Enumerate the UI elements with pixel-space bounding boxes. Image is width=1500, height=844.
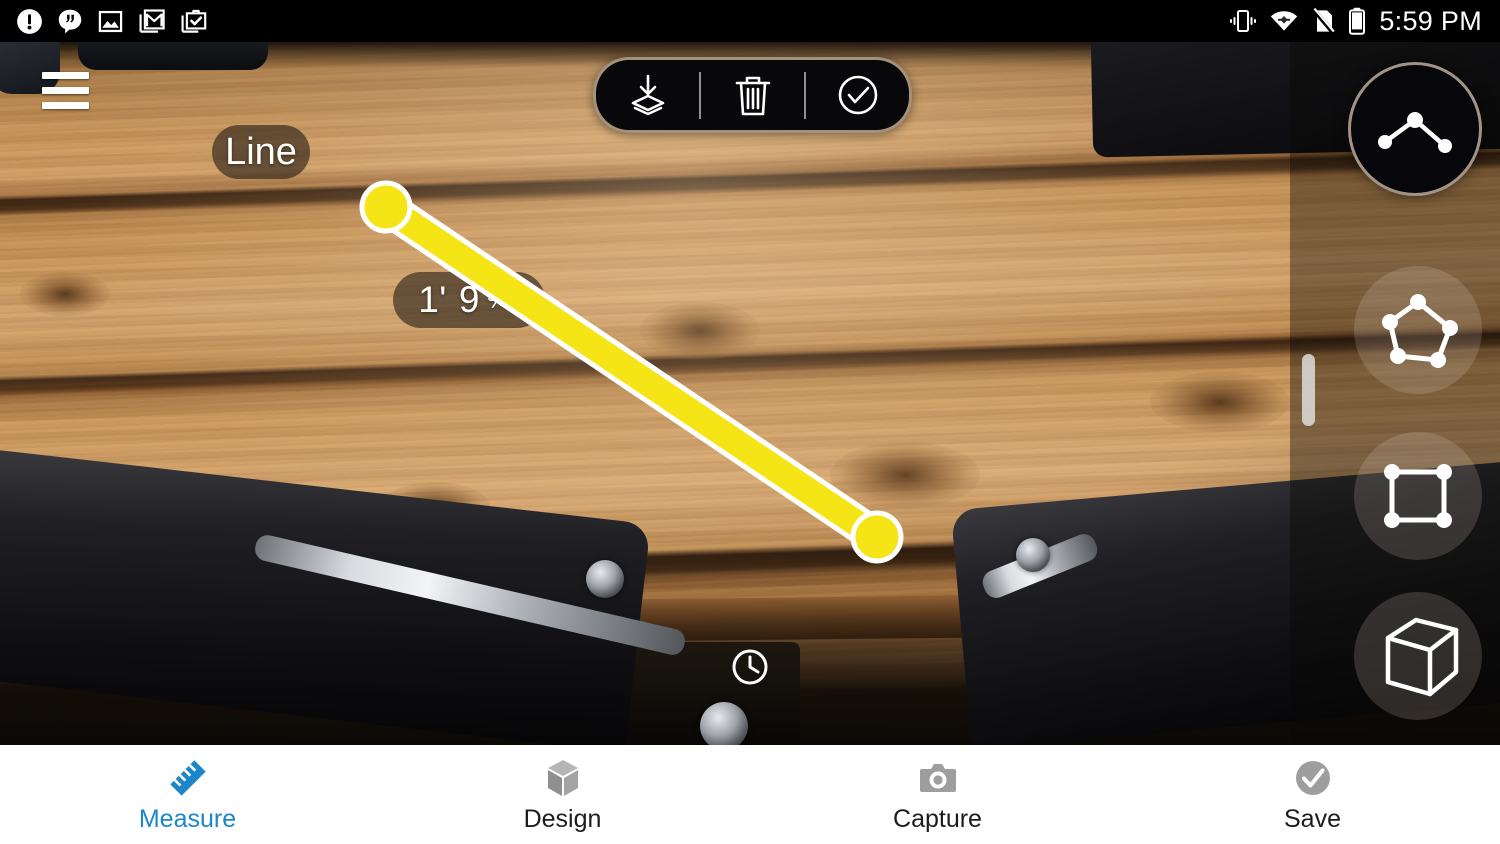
- camera-icon: [914, 755, 962, 801]
- dimension-inches: 9: [458, 279, 480, 320]
- snap-to-surface-button[interactable]: [596, 63, 699, 127]
- measurement-type-text: Line: [225, 130, 297, 173]
- bottom-navigation: Measure Design Capture Save: [0, 745, 1500, 844]
- tool-rectangle[interactable]: [1354, 432, 1482, 560]
- ruler-icon: [164, 755, 212, 801]
- dimension-fraction: ¾: [486, 285, 509, 314]
- app-root: Line 1' 9 ¾ " 5:59 PM Measure Design Cap…: [0, 0, 1500, 844]
- tool-volume[interactable]: [1354, 592, 1482, 720]
- nav-save-label: Save: [1284, 805, 1341, 833]
- status-system-icons: 5:59 PM: [1229, 0, 1482, 42]
- cube-icon: [539, 755, 587, 801]
- desk-leg-fitting: [700, 702, 748, 745]
- clipboard-check-icon: [181, 9, 207, 33]
- cable-object: [78, 42, 268, 70]
- wifi-icon: [1271, 11, 1298, 31]
- polygon-icon: [1382, 294, 1458, 368]
- status-bar: 5:59 PM: [0, 0, 1500, 42]
- trash-icon: [735, 76, 770, 116]
- tool-polyline[interactable]: [1348, 62, 1482, 196]
- dimension-unit-mark: ": [509, 284, 520, 315]
- dimension-feet: 1': [418, 279, 447, 320]
- check-circle-filled-icon: [1289, 755, 1337, 801]
- tool-rail: [1290, 42, 1500, 745]
- nav-design[interactable]: Design: [375, 745, 750, 844]
- nav-measure[interactable]: Measure: [0, 745, 375, 844]
- photo-image-icon: [98, 10, 123, 32]
- camera-viewport[interactable]: Line 1' 9 ¾ ": [0, 42, 1500, 745]
- measurement-type-label: Line: [212, 125, 310, 179]
- cube-wireframe-icon: [1385, 617, 1459, 697]
- measurement-dimension-label[interactable]: 1' 9 ¾ ": [393, 272, 545, 328]
- gmail-icon: [139, 8, 165, 33]
- nav-capture-label: Capture: [893, 805, 982, 833]
- menu-icon[interactable]: [42, 72, 90, 112]
- tool-polygon[interactable]: [1354, 266, 1482, 394]
- clock-icon: [732, 649, 768, 685]
- nav-measure-label: Measure: [138, 805, 237, 833]
- history-clock-button[interactable]: [729, 646, 771, 688]
- menu-bar: [42, 102, 89, 109]
- rectangle-icon: [1384, 464, 1452, 528]
- hangouts-quote-icon: [58, 9, 82, 34]
- no-sim-card-icon: [1312, 8, 1336, 34]
- chair-arm-left-bolt: [586, 560, 624, 598]
- confirm-button[interactable]: [806, 63, 909, 127]
- status-notification-icons: [16, 0, 208, 42]
- menu-bar: [42, 72, 89, 79]
- context-toolbar: [593, 57, 912, 133]
- nav-design-label: Design: [523, 805, 602, 833]
- nav-save[interactable]: Save: [1125, 745, 1500, 844]
- chair-arm-right-bolt: [1016, 538, 1050, 572]
- menu-bar: [42, 87, 89, 94]
- alert-exclamation-icon: [17, 8, 42, 34]
- status-clock: 5:59 PM: [1379, 5, 1482, 36]
- polyline-icon: [1378, 112, 1452, 153]
- tool-rail-scrollbar[interactable]: [1302, 354, 1315, 426]
- vibrate-icon: [1230, 10, 1257, 32]
- delete-button[interactable]: [701, 63, 804, 127]
- check-circle-icon: [838, 75, 877, 115]
- layers-down-arrow-icon: [631, 74, 664, 116]
- battery-icon: [1349, 7, 1366, 35]
- nav-capture[interactable]: Capture: [750, 745, 1125, 844]
